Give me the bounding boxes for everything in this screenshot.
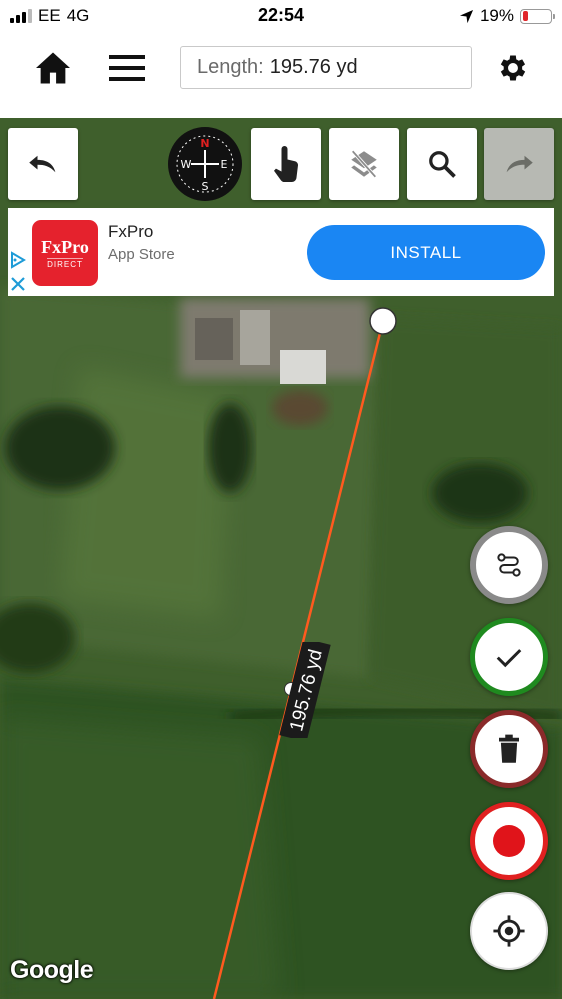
- undo-button[interactable]: [8, 128, 78, 200]
- redo-button[interactable]: [484, 128, 554, 200]
- status-right: 19%: [459, 6, 555, 26]
- length-field[interactable]: Length: 195.76 yd: [180, 46, 472, 89]
- satellite-map[interactable]: N S E W FxPro DIRECT FxPro App Store INS…: [0, 118, 562, 999]
- battery-icon: [520, 8, 555, 24]
- delete-button[interactable]: [470, 710, 548, 788]
- measurement-label: 195.76 yd: [279, 642, 331, 738]
- route-icon: [497, 553, 521, 577]
- undo-icon: [29, 155, 56, 173]
- touch-button[interactable]: [251, 128, 321, 200]
- search-button[interactable]: [407, 128, 477, 200]
- top-toolbar: Length: 195.76 yd: [0, 34, 562, 118]
- confirm-button[interactable]: [470, 618, 548, 696]
- route-button[interactable]: [470, 526, 548, 604]
- settings-icon: [500, 55, 526, 81]
- layers-button[interactable]: [329, 128, 399, 200]
- menu-button[interactable]: [102, 48, 152, 88]
- compass-n: N: [200, 137, 209, 150]
- ad-close-icon[interactable]: [8, 274, 28, 294]
- touch-icon: [274, 146, 299, 182]
- menu-icon: [109, 55, 145, 81]
- record-icon: [493, 825, 525, 857]
- settings-button[interactable]: [488, 48, 538, 88]
- redo-icon: [506, 155, 533, 173]
- ad-logo-brand: FxPro: [41, 236, 89, 257]
- layers-icon: [351, 150, 377, 178]
- google-attribution: Google: [10, 956, 94, 984]
- check-icon: [496, 649, 522, 668]
- locate-button[interactable]: [470, 892, 548, 970]
- compass-s: S: [202, 180, 209, 193]
- length-label: Length:: [197, 56, 264, 78]
- compass-icon: N S E W: [168, 127, 242, 201]
- trash-icon: [499, 734, 519, 763]
- search-icon: [429, 151, 456, 178]
- ad-logo-sub: DIRECT: [47, 257, 83, 269]
- install-button[interactable]: INSTALL: [307, 225, 545, 280]
- home-button[interactable]: [28, 48, 78, 88]
- battery-percent: 19%: [479, 6, 514, 25]
- compass-e: E: [221, 158, 228, 171]
- locate-icon: [493, 915, 525, 947]
- record-button[interactable]: [470, 802, 548, 880]
- adchoices-icon[interactable]: [8, 250, 28, 270]
- line-start-handle[interactable]: [369, 307, 397, 335]
- home-icon: [36, 52, 70, 84]
- location-arrow-icon: [459, 9, 474, 23]
- ad-store: App Store: [108, 246, 175, 263]
- status-bar: EE 4G 22:54 19%: [0, 0, 562, 34]
- length-value: 195.76 yd: [269, 56, 358, 78]
- compass-w: W: [181, 158, 192, 171]
- ad-banner[interactable]: FxPro DIRECT FxPro App Store INSTALL: [8, 208, 554, 296]
- ad-app-logo: FxPro DIRECT: [32, 220, 98, 286]
- ad-title: FxPro: [108, 222, 154, 241]
- compass-button[interactable]: N S E W: [167, 126, 243, 202]
